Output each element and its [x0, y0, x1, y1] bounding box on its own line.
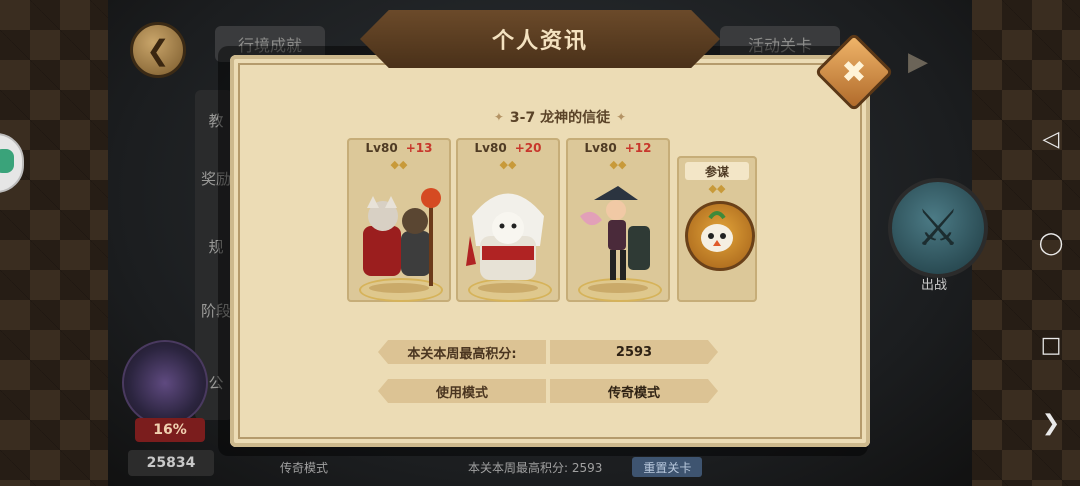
hero-portrait — [462, 176, 554, 294]
triangle-back-icon[interactable]: ◁ — [1038, 126, 1064, 152]
modal-title: 个人资讯 — [491, 29, 588, 54]
hero-bonus: +12 — [624, 141, 652, 155]
mode-row: 使用模式 传奇模式 — [378, 379, 718, 403]
hero-card-1[interactable]: Lv80 +13 ◆◆ — [347, 138, 451, 302]
bottom-info-strip: 传奇模式 本关本周最高积分: 2593 重置关卡 — [255, 454, 705, 480]
close-icon[interactable]: ✖ — [826, 44, 882, 100]
weekly-best-label: 本关本周最高积分: — [378, 340, 546, 364]
advisor-portrait — [685, 201, 755, 271]
arrow-left-icon: ❮ — [146, 33, 170, 67]
reset-stage-button[interactable]: 重置关卡 — [632, 457, 703, 477]
hero-level-row: Lv80 +20 — [456, 138, 560, 158]
weekly-best-value: 2593 — [550, 340, 718, 364]
total-score: 25834 — [128, 450, 214, 476]
left-decorative-border — [0, 0, 108, 486]
advisor-stars: ◆◆ — [708, 182, 726, 195]
hero-stars: ◆◆ — [609, 158, 627, 171]
assistant-icon — [0, 149, 14, 173]
back-button[interactable]: ❮ — [130, 22, 186, 78]
hero-bonus: +20 — [514, 141, 542, 155]
mode-text: 传奇模式 — [280, 460, 329, 475]
weekly-best-row: 本关本周最高积分: 2593 — [378, 340, 718, 364]
hero-card-2[interactable]: Lv80 +20 ◆◆ — [456, 138, 560, 302]
hero-stars: ◆◆ — [390, 158, 408, 171]
hero-portrait — [353, 176, 445, 294]
advisor-label: 参谋 — [685, 162, 749, 180]
ornament-icon: ✦ — [616, 110, 627, 124]
weekly-best-text: 本关本周最高积分: 2593 — [468, 460, 603, 475]
android-nav-bar: ◁ ◯ □ ❯ — [1020, 0, 1080, 486]
hero-level: Lv80 — [365, 141, 398, 155]
battle-label: 出战 — [920, 278, 947, 293]
stage-name: 3-7 龙神的信徒 — [509, 110, 611, 126]
circle-home-icon[interactable]: ◯ — [1038, 230, 1064, 256]
hero-level-row: Lv80 +12 — [566, 138, 670, 158]
hero-stars: ◆◆ — [499, 158, 517, 171]
hero-level-row: Lv80 +13 — [347, 138, 451, 158]
hero-card-3[interactable]: Lv80 +12 ◆◆ — [566, 138, 670, 302]
ornament-icon: ✦ — [493, 110, 504, 124]
mode-value: 传奇模式 — [550, 379, 718, 403]
battle-button[interactable]: ⚔ 出战 — [888, 178, 988, 298]
crossed-swords-icon: ⚔ — [888, 178, 988, 278]
modal-header: 个人资讯 — [360, 10, 720, 68]
advisor-card[interactable]: 参谋 ◆◆ — [677, 156, 757, 302]
mode-label: 使用模式 — [378, 379, 546, 403]
square-recent-icon[interactable]: □ — [1038, 332, 1064, 358]
rank-emblem-icon — [122, 340, 208, 426]
progress-badge: 16% — [135, 418, 205, 442]
stage-title: ✦ 3-7 龙神的信徒 ✦ — [480, 106, 640, 128]
hero-level: Lv80 — [584, 141, 617, 155]
next-arrow-icon[interactable]: ▶ — [900, 44, 936, 80]
chevron-right-icon[interactable]: ❯ — [1038, 410, 1064, 436]
hero-level: Lv80 — [474, 141, 507, 155]
hero-bonus: +13 — [405, 141, 433, 155]
hero-portrait — [572, 176, 664, 294]
